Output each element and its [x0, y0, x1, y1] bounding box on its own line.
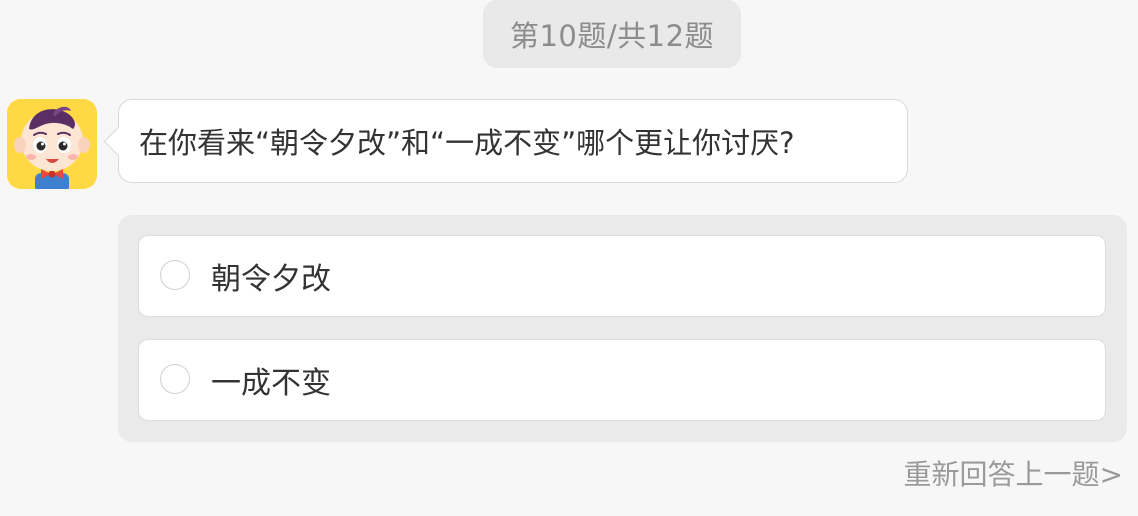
bubble-tail: [103, 126, 134, 157]
radio-button-icon[interactable]: [160, 364, 190, 394]
answer-option-2[interactable]: 一成不变: [138, 339, 1106, 421]
radio-button-icon[interactable]: [160, 260, 190, 290]
question-text: 在你看来“朝令夕改”和“一成不变”哪个更让你讨厌?: [139, 126, 795, 160]
avatar: [7, 99, 97, 189]
question-bubble: 在你看来“朝令夕改”和“一成不变”哪个更让你讨厌?: [103, 99, 908, 183]
answer-option-label: 朝令夕改: [211, 262, 331, 297]
answer-option-1[interactable]: 朝令夕改: [138, 235, 1106, 317]
cartoon-boy-mascot-icon: [7, 99, 97, 189]
answer-option-label: 一成不变: [211, 366, 331, 401]
question-progress-badge: 第10题/共12题: [483, 0, 741, 68]
redo-previous-question-link[interactable]: 重新回答上一题>: [904, 452, 1123, 494]
question-progress-label: 第10题/共12题: [509, 19, 715, 53]
answer-options-panel: 朝令夕改 一成不变: [118, 215, 1127, 442]
